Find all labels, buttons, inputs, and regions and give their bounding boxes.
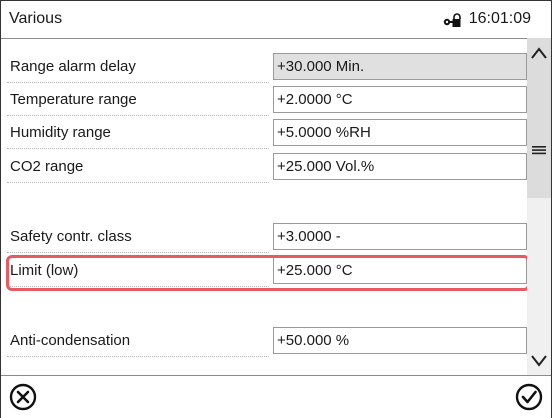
value-field[interactable]: +3.0000 -	[273, 223, 527, 250]
row-range-alarm-delay: Range alarm delay +30.000 Min.	[7, 50, 527, 83]
cancel-circle-icon[interactable]	[9, 383, 37, 416]
page-title: Various	[9, 10, 63, 27]
menu-icon	[531, 142, 547, 160]
check-circle-icon[interactable]	[515, 383, 543, 416]
row-label: Range alarm delay	[7, 50, 269, 83]
row-label: CO2 range	[7, 150, 269, 183]
value-field[interactable]: +5.0000 %RH	[273, 119, 527, 146]
value-field[interactable]: +50.000 %	[273, 327, 527, 354]
row-temperature-range: Temperature range +2.0000 °C	[7, 83, 527, 116]
value-field: +30.000 Min.	[273, 53, 527, 80]
lock-key-icon	[443, 13, 461, 32]
row-label: Anti-condensation	[7, 324, 269, 357]
row-label: Humidity range	[7, 116, 269, 149]
row-humidity-range: Humidity range +5.0000 %RH	[7, 116, 527, 149]
highlight-frame	[6, 255, 530, 291]
row-label: Safety contr. class	[7, 220, 269, 253]
value-field[interactable]: +25.000 Vol.%	[273, 153, 527, 180]
footer-bar	[1, 375, 551, 418]
header-bar: Various 16:01:09	[1, 1, 551, 39]
chevron-down-icon[interactable]	[531, 354, 547, 372]
clock-time: 16:01:09	[468, 10, 531, 27]
row-co2-range: CO2 range +25.000 Vol.%	[7, 150, 527, 183]
row-safety-contr-class: Safety contr. class +3.0000 -	[7, 220, 527, 253]
row-label: Temperature range	[7, 83, 269, 116]
scrollbar[interactable]	[527, 38, 551, 375]
row-anti-condensation: Anti-condensation +50.000 %	[7, 324, 527, 357]
value-field[interactable]: +2.0000 °C	[273, 86, 527, 113]
chevron-up-icon[interactable]	[531, 46, 547, 64]
